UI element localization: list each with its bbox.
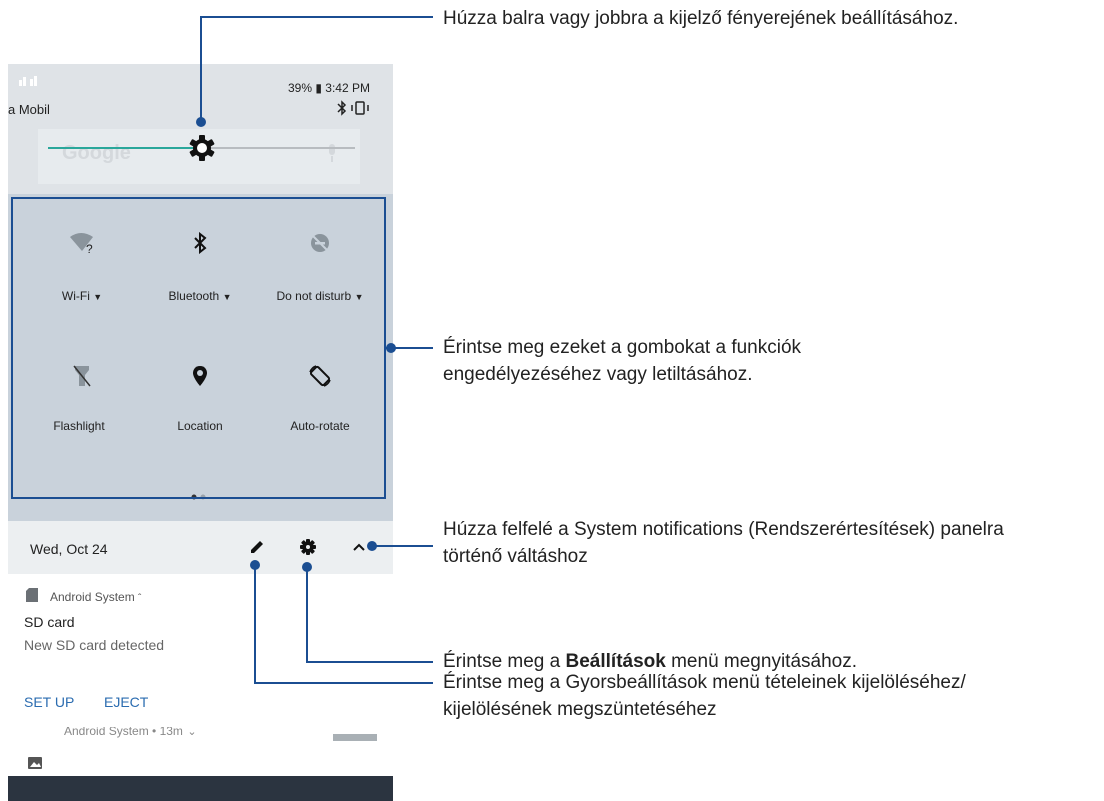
chevron-up-icon[interactable]: ˆ — [138, 593, 141, 604]
notification-title: SD card — [24, 614, 75, 630]
callout-dot — [196, 117, 206, 127]
callout-line — [254, 564, 256, 684]
callout-line — [306, 566, 308, 662]
brightness-thumb[interactable] — [188, 134, 216, 162]
chevron-down-icon[interactable]: ⌄ — [187, 727, 196, 738]
callout-system-2: történő váltáshoz — [443, 546, 588, 567]
callout-dot — [367, 541, 377, 551]
callout-brightness: Húzza balra vagy jobbra a kijelző fényer… — [443, 8, 959, 29]
brightness-fill — [48, 147, 202, 149]
date-label: Wed, Oct 24 — [30, 541, 108, 557]
notification-thumbnail — [333, 734, 377, 741]
callout-edit-1: Érintse meg a Gyorsbeállítások menü téte… — [443, 672, 966, 693]
callout-dot — [250, 560, 260, 570]
callout-dot — [386, 343, 396, 353]
callout-dot — [302, 562, 312, 572]
callout-edit-2: kijelölésének megszüntetéséhez — [443, 699, 717, 720]
next-notification-app: Android System • 13m — [64, 727, 183, 738]
carrier-label: a Mobil — [8, 102, 50, 117]
next-notification-header[interactable]: Android System • 13m ⌄ — [64, 727, 204, 738]
callout-line — [200, 16, 202, 121]
callout-line — [200, 16, 433, 18]
eject-button[interactable]: EJECT — [104, 694, 148, 710]
callout-buttons-1: Érintse meg ezeket a gombokat a funkciók — [443, 337, 802, 358]
sd-card-icon — [26, 588, 38, 602]
notification-text: New SD card detected — [24, 637, 165, 653]
status-icons — [336, 100, 376, 116]
callout-line — [372, 545, 433, 547]
edit-pencil-icon[interactable] — [249, 539, 265, 555]
signal-icon — [18, 74, 48, 88]
chevron-up-icon[interactable] — [352, 540, 366, 552]
wallpaper-strip — [8, 776, 393, 801]
callout-line — [306, 661, 433, 663]
notification-card[interactable] — [8, 574, 393, 801]
image-icon — [28, 756, 42, 769]
settings-gear-icon[interactable] — [300, 539, 316, 555]
setup-button[interactable]: SET UP — [24, 694, 74, 710]
callout-box — [11, 197, 386, 499]
battery-time: 39% ▮ 3:42 PM — [288, 81, 370, 95]
callout-buttons-2: engedélyezéséhez vagy letiltásához. — [443, 364, 753, 385]
callout-line — [254, 682, 433, 684]
notification-app-name: Android System — [50, 590, 135, 604]
search-label: Google — [62, 142, 131, 164]
notification-app: Android System ˆ — [50, 590, 141, 604]
callout-system-1: Húzza felfelé a System notifications (Re… — [443, 519, 1004, 540]
